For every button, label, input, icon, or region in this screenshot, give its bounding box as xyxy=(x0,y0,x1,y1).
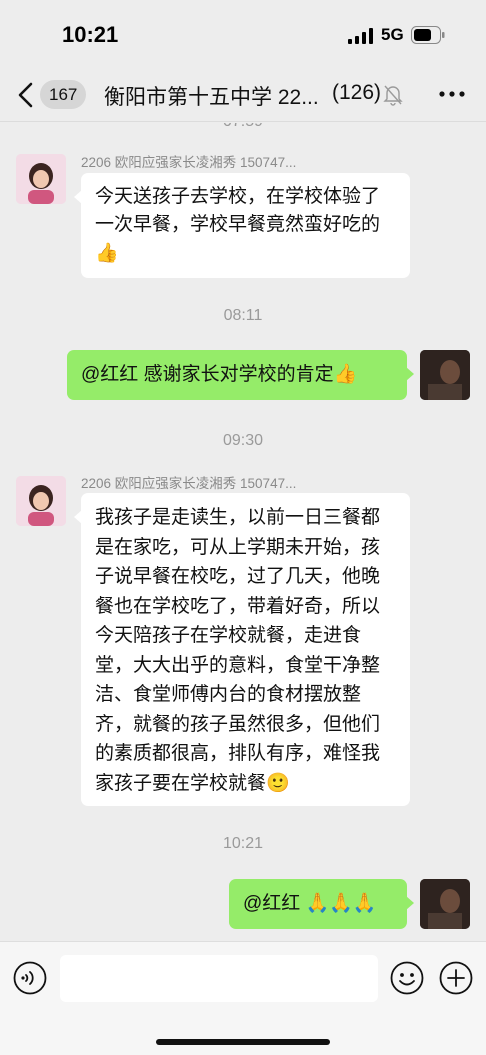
message-list[interactable]: 07:59 2206 欧阳应强家长凌湘秀 150747... 今天送孩子去学校，… xyxy=(0,123,486,941)
message-bubble[interactable]: @红红 感谢家长对学校的肯定👍 xyxy=(67,350,414,400)
chat-title[interactable]: 衡阳市第十五中学 22... xyxy=(104,81,319,111)
signal-icon xyxy=(348,28,373,44)
message-bubble[interactable]: 今天送孩子去学校，在学校体验了一次早餐，学校早餐竟然蛮好吃的 👍 xyxy=(74,173,410,278)
avatar-image xyxy=(420,350,470,400)
chevron-left-icon[interactable] xyxy=(17,82,35,108)
avatar-image xyxy=(420,879,470,929)
self-avatar[interactable] xyxy=(420,879,470,929)
avatar[interactable] xyxy=(16,154,66,204)
timestamp: 07:59 xyxy=(0,123,486,131)
message-text: @红红 xyxy=(243,893,306,914)
network-label: 5G xyxy=(381,25,404,44)
voice-icon[interactable] xyxy=(13,961,47,995)
ellipsis-icon[interactable] xyxy=(438,88,466,100)
home-indicator xyxy=(156,1039,330,1045)
avatar-image xyxy=(16,154,66,204)
message-text: @红红 感谢家长对学校的肯定 xyxy=(81,364,334,385)
timestamp: 09:30 xyxy=(222,432,264,449)
message-text: 今天送孩子去学校，在学校体验了一次早餐，学校早餐竟然蛮好吃的 xyxy=(95,186,381,235)
timestamp: 08:11 xyxy=(223,307,263,324)
smiley-icon: 🙂 xyxy=(266,771,290,794)
self-avatar[interactable] xyxy=(420,350,470,400)
smiley-icon[interactable] xyxy=(390,961,424,995)
sender-name: 2206 欧阳应强家长凌湘秀 150747... xyxy=(81,476,297,491)
status-time: 10:21 xyxy=(62,22,119,47)
message-bubble[interactable]: @红红 🙏🙏🙏 xyxy=(229,879,414,929)
thumbs-up-icon: 👍 xyxy=(333,363,358,385)
avatar[interactable] xyxy=(16,476,66,526)
folded-hands-icon: 🙏🙏🙏 xyxy=(305,892,377,914)
thumbs-up-icon: 👍 xyxy=(95,242,119,264)
timestamp: 10:21 xyxy=(222,835,264,852)
sender-name: 2206 欧阳应强家长凌湘秀 150747... xyxy=(81,155,297,170)
unread-count-badge[interactable]: 167 xyxy=(40,80,87,109)
battery-icon xyxy=(411,26,445,44)
message-bubble[interactable]: 我孩子是走读生，以前一日三餐都是在家吃，可从上学期未开始，孩子说早餐在校吃，过了… xyxy=(74,493,410,806)
status-bar: 10:21 5G xyxy=(0,0,486,68)
message-text: 我孩子是走读生，以前一日三餐都是在家吃，可从上学期未开始，孩子说早餐在校吃，过了… xyxy=(95,507,381,794)
input-bar xyxy=(0,941,486,1055)
member-count: (126) xyxy=(332,81,382,104)
avatar-image xyxy=(16,476,66,526)
chat-header: 167 衡阳市第十五中学 22... (126) xyxy=(0,68,486,122)
plus-icon[interactable] xyxy=(439,961,473,995)
message-input[interactable] xyxy=(60,955,378,1002)
bell-muted-icon xyxy=(383,85,403,106)
